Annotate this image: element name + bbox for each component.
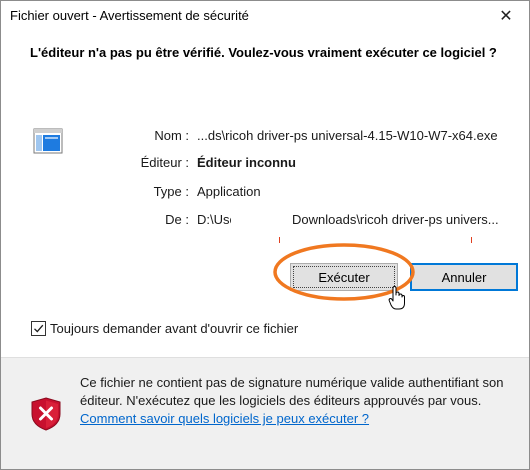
title-bar: Fichier ouvert - Avertissement de sécuri… bbox=[1, 1, 529, 31]
checkmark-icon bbox=[34, 324, 44, 333]
from-label: De : bbox=[165, 212, 189, 227]
name-value: ...ds\ricoh driver-ps universal-4.15-W10… bbox=[197, 128, 498, 143]
always-ask-label: Toujours demander avant d'ouvrir ce fich… bbox=[50, 320, 299, 336]
mouse-pointer-icon bbox=[388, 286, 405, 310]
publisher-label: Éditeur : bbox=[140, 155, 189, 170]
warning-heading: L'éditeur n'a pas pu être vérifié. Voule… bbox=[30, 45, 497, 60]
redacted-username bbox=[231, 205, 291, 227]
always-ask-checkbox-row[interactable]: Toujours demander avant d'ouvrir ce fich… bbox=[31, 319, 298, 337]
shield-warning-icon bbox=[31, 397, 61, 431]
window-title: Fichier ouvert - Avertissement de sécuri… bbox=[10, 8, 249, 23]
close-icon: ✕ bbox=[499, 8, 513, 25]
publisher-value: Éditeur inconnu bbox=[197, 155, 296, 170]
close-button[interactable]: ✕ bbox=[483, 1, 529, 31]
help-link[interactable]: Comment savoir quels logiciels je peux e… bbox=[80, 411, 369, 426]
annotation-mark bbox=[471, 237, 472, 243]
name-label: Nom : bbox=[154, 128, 189, 143]
cancel-button[interactable]: Annuler bbox=[410, 263, 518, 291]
type-value: Application bbox=[197, 184, 261, 199]
footer-text: Ce fichier ne contient pas de signature … bbox=[80, 375, 504, 408]
security-warning-dialog: Fichier ouvert - Avertissement de sécuri… bbox=[0, 0, 530, 470]
from-value-suffix: Downloads\ricoh driver-ps univers... bbox=[292, 212, 499, 227]
application-window-icon bbox=[33, 128, 63, 154]
always-ask-checkbox[interactable] bbox=[31, 320, 46, 336]
cancel-button-label: Annuler bbox=[441, 269, 487, 285]
footer-message: Ce fichier ne contient pas de signature … bbox=[80, 374, 520, 428]
type-label: Type : bbox=[153, 184, 189, 199]
